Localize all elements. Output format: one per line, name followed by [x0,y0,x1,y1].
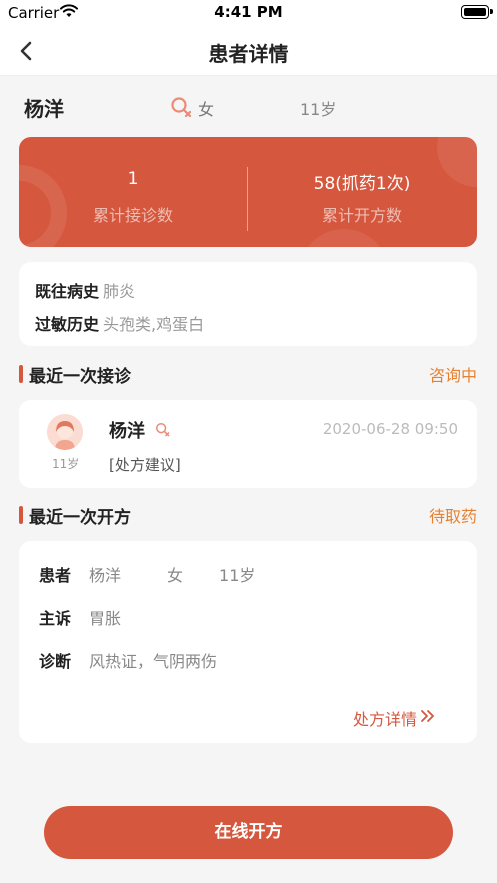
section-accent-bar [19,506,23,524]
online-prescribe-button[interactable]: 在线开方 [44,806,453,859]
rx-patient-label: 患者 [39,566,72,585]
patient-gender: 女 [198,100,215,119]
avatar [47,414,83,450]
recent-prescription-header: 最近一次开方 待取药 [19,502,477,528]
stat-prescription-count: 58(抓药1次) 累计开方数 [248,137,476,247]
stats-card: 1 累计接诊数 58(抓药1次) 累计开方数 [19,137,477,247]
patient-info-row: 杨洋 女 11岁 [24,93,484,123]
rx-complaint-label: 主诉 [39,609,72,628]
consult-patient-age: 11岁 [52,457,80,471]
battery-tip [490,9,493,14]
rx-patient-row: 患者 杨洋 女 11岁 [39,562,255,586]
stat-label: 累计接诊数 [92,206,173,225]
stat-label: 累计开方数 [321,206,402,225]
rx-complaint-value: 胃胀 [89,609,122,628]
female-icon [171,97,192,118]
stat-value: 1 [127,169,139,189]
recent-prescription-card: 患者 杨洋 女 11岁 主诉 胃胀 诊断 风热证，气阴两伤 处方详情 [19,541,477,743]
allergy-row: 过敏历史 头孢类,鸡蛋白 [35,311,204,335]
status-time: 4:41 PM [214,3,283,21]
past-illness-label: 既往病史 [35,282,100,301]
stat-consult-count: 1 累计接诊数 [19,137,247,247]
section-title: 最近一次接诊 [29,367,131,387]
past-illness-row: 既往病史 肺炎 [35,278,135,302]
stat-value: 58(抓药1次) [313,174,411,194]
medical-history-card: 既往病史 肺炎 过敏历史 头孢类,鸡蛋白 [19,262,477,346]
consult-patient-name: 杨洋 [109,421,145,442]
allergy-value: 头孢类,鸡蛋白 [103,315,205,334]
avatar-icon [47,414,83,450]
rx-patient-gender: 女 [167,566,184,585]
patient-name: 杨洋 [24,97,64,121]
double-chevron-right-icon[interactable] [419,707,437,725]
status-bar: Carrier 4:41 PM [0,0,497,26]
rx-patient-name: 杨洋 [89,566,122,585]
section-accent-bar [19,365,23,383]
past-illness-value: 肺炎 [103,282,136,301]
nav-bar: 患者详情 [0,26,497,76]
rx-diagnosis-value: 风热证，气阴两伤 [89,652,218,671]
rx-diagnosis-label: 诊断 [39,652,72,671]
allergy-label: 过敏历史 [35,315,100,334]
female-icon [155,422,170,437]
section-title: 最近一次开方 [29,508,131,528]
patient-age: 11岁 [300,100,337,119]
battery-icon [461,5,489,19]
recent-consult-header: 最近一次接诊 咨询中 [19,361,477,387]
page-title: 患者详情 [208,42,289,66]
consult-status: 咨询中 [428,366,477,385]
rx-complaint-row: 主诉 胃胀 [39,605,121,629]
recent-consult-card[interactable]: 11岁 杨洋 2020-06-28 09:50 [处方建议] [19,400,477,488]
consult-description: [处方建议] [109,456,181,474]
rx-diagnosis-row: 诊断 风热证，气阴两伤 [39,648,217,672]
consult-time: 2020-06-28 09:50 [322,420,458,438]
prescription-status: 待取药 [428,507,477,526]
prescription-detail-link[interactable]: 处方详情 [353,706,417,730]
rx-patient-age: 11岁 [219,566,256,585]
